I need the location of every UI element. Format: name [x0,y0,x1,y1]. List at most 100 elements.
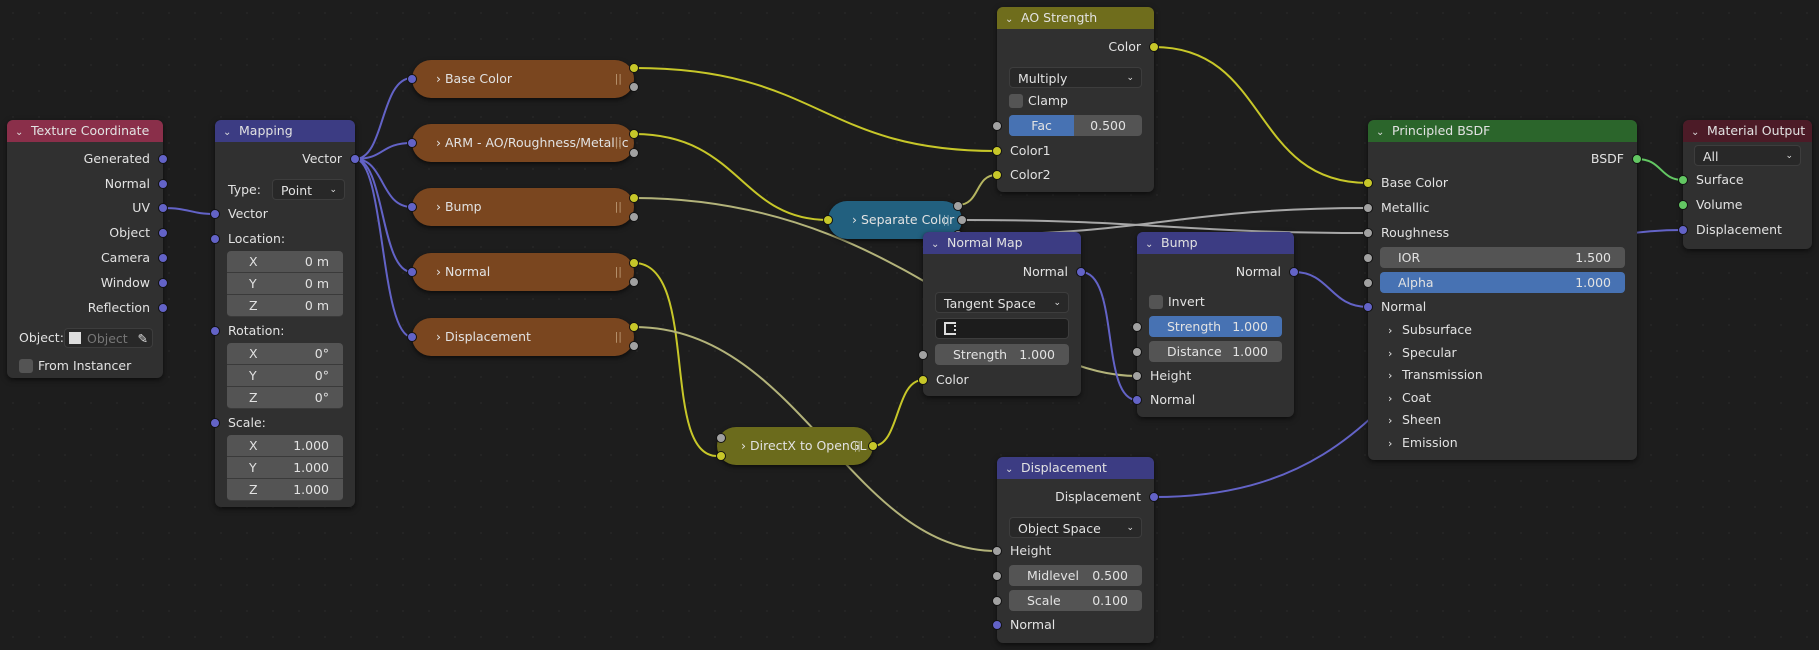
socket[interactable] [158,203,168,213]
socket[interactable] [629,193,639,203]
socket[interactable] [1632,154,1642,164]
chevron-down-icon[interactable]: ⌄ [1376,122,1392,142]
midlevel-field[interactable]: Midlevel 0.500 [1009,565,1142,586]
socket[interactable] [407,332,417,342]
chevron-down-icon[interactable]: ⌄ [931,234,947,254]
socket[interactable] [823,215,833,225]
location-z-field[interactable]: Z0 m [227,295,343,317]
eyedropper-icon[interactable]: ✎ [138,329,148,349]
material-output-node[interactable]: ⌄ Material Output All ⌄ Surface Volume Dis… [1678,120,1812,249]
socket[interactable] [992,571,1002,581]
socket[interactable] [629,341,639,351]
socket[interactable] [716,451,726,461]
panel-subsurface[interactable]: › Subsurface [1368,319,1637,341]
socket[interactable] [992,596,1002,606]
socket[interactable] [407,138,417,148]
group-node-base-color[interactable]: › Base Color || [407,60,639,98]
scale-x-field[interactable]: X 1.000 [227,435,343,457]
socket[interactable] [629,322,639,332]
socket[interactable] [1132,395,1142,405]
socket[interactable] [1076,267,1086,277]
fac-slider[interactable]: Fac 0.500 [1009,115,1142,136]
socket[interactable] [210,418,220,428]
location-x-field[interactable]: X0 m [227,251,343,273]
socket[interactable] [629,82,639,92]
from-instancer-checkbox[interactable]: From Instancer [7,355,163,377]
chevron-right-icon[interactable]: › [852,212,857,227]
chevron-down-icon[interactable]: ⌄ [223,122,239,142]
node-header[interactable]: ⌄ Mapping [215,120,355,142]
bump-node[interactable]: ⌄ Bump Normal Invert Strength 1.000 Distan… [1132,232,1299,417]
panel-specular[interactable]: › Specular [1368,342,1637,364]
invert-checkbox[interactable]: Invert [1137,291,1294,313]
principled-bsdf-node[interactable]: ⌄ Principled BSDF BSDF Base Color Metalli… [1363,120,1642,460]
socket[interactable] [992,146,1002,156]
socket[interactable] [629,277,639,287]
clamp-checkbox[interactable]: Clamp [997,90,1154,112]
distance-field[interactable]: Distance 1.000 [1149,341,1282,362]
panel-coat[interactable]: › Coat [1368,387,1637,409]
strength-field[interactable]: Strength 1.000 [935,344,1069,365]
panel-sheen[interactable]: › Sheen [1368,409,1637,431]
socket[interactable] [210,209,220,219]
node-header[interactable]: ⌄ Texture Coordinate [7,120,163,142]
type-dropdown[interactable]: Point ⌄ [272,179,345,200]
socket[interactable] [407,74,417,84]
scale-field[interactable]: Scale 0.100 [1009,590,1142,611]
chevron-down-icon[interactable]: ⌄ [1005,459,1021,479]
socket[interactable] [629,148,639,158]
chevron-down-icon[interactable]: ⌄ [1145,234,1161,254]
socket[interactable] [918,375,928,385]
chevron-right-icon[interactable]: › [741,438,746,453]
node-header[interactable]: ⌄ AO Strength [997,7,1154,29]
node-header[interactable]: ⌄ Normal Map [923,232,1081,254]
panel-transmission[interactable]: › Transmission [1368,364,1637,386]
socket[interactable] [350,154,360,164]
rotation-x-field[interactable]: X 0° [227,343,343,365]
chevron-right-icon[interactable]: › [436,199,441,214]
socket[interactable] [629,258,639,268]
socket[interactable] [1289,267,1299,277]
rotation-z-field[interactable]: Z 0° [227,387,343,409]
socket[interactable] [210,234,220,244]
node-header[interactable]: ⌄ Bump [1137,232,1294,254]
blend-mode-dropdown[interactable]: Multiply ⌄ [1009,67,1142,88]
socket[interactable] [1132,347,1142,357]
socket[interactable] [992,620,1002,630]
socket[interactable] [158,278,168,288]
chevron-down-icon[interactable]: ⌄ [15,122,31,142]
normal-map-node[interactable]: ⌄ Normal Map Normal Tangent Space ⌄ Streng… [918,232,1086,396]
group-node-bump[interactable]: › Bump || [407,188,639,226]
socket[interactable] [158,303,168,313]
socket[interactable] [158,154,168,164]
mapping-node[interactable]: ⌄ Mapping Vector Type: Point ⌄ Vector Loca… [210,120,360,507]
socket[interactable] [629,63,639,73]
group-node-displacement[interactable]: › Displacement || [407,318,639,356]
ao-strength-node[interactable]: ⌄ AO Strength Color Multiply ⌄ Clamp Fac 0.… [992,7,1159,192]
socket[interactable] [629,212,639,222]
socket[interactable] [158,228,168,238]
strength-field[interactable]: Strength 1.000 [1149,316,1282,337]
object-picker[interactable]: Object ✎ [64,328,153,348]
chevron-down-icon[interactable]: ⌄ [1005,9,1021,29]
socket[interactable] [953,201,963,211]
socket[interactable] [992,121,1002,131]
directx-to-opengl-node[interactable]: › DirectX to OpenGL || [716,427,878,465]
checkbox[interactable] [19,359,33,373]
socket[interactable] [1132,371,1142,381]
alpha-field[interactable]: Alpha 1.000 [1380,272,1625,293]
socket[interactable] [1363,302,1373,312]
socket[interactable] [1363,178,1373,188]
chevron-right-icon[interactable]: › [436,135,441,150]
group-node-normal[interactable]: › Normal || [407,253,639,291]
socket[interactable] [210,326,220,336]
socket[interactable] [1678,225,1688,235]
location-y-field[interactable]: Y0 m [227,273,343,295]
socket[interactable] [1363,253,1373,263]
target-dropdown[interactable]: All ⌄ [1694,145,1801,166]
scale-y-field[interactable]: Y 1.000 [227,457,343,479]
socket[interactable] [158,253,168,263]
space-dropdown[interactable]: Tangent Space ⌄ [935,292,1069,313]
socket[interactable] [716,433,726,443]
socket[interactable] [629,129,639,139]
